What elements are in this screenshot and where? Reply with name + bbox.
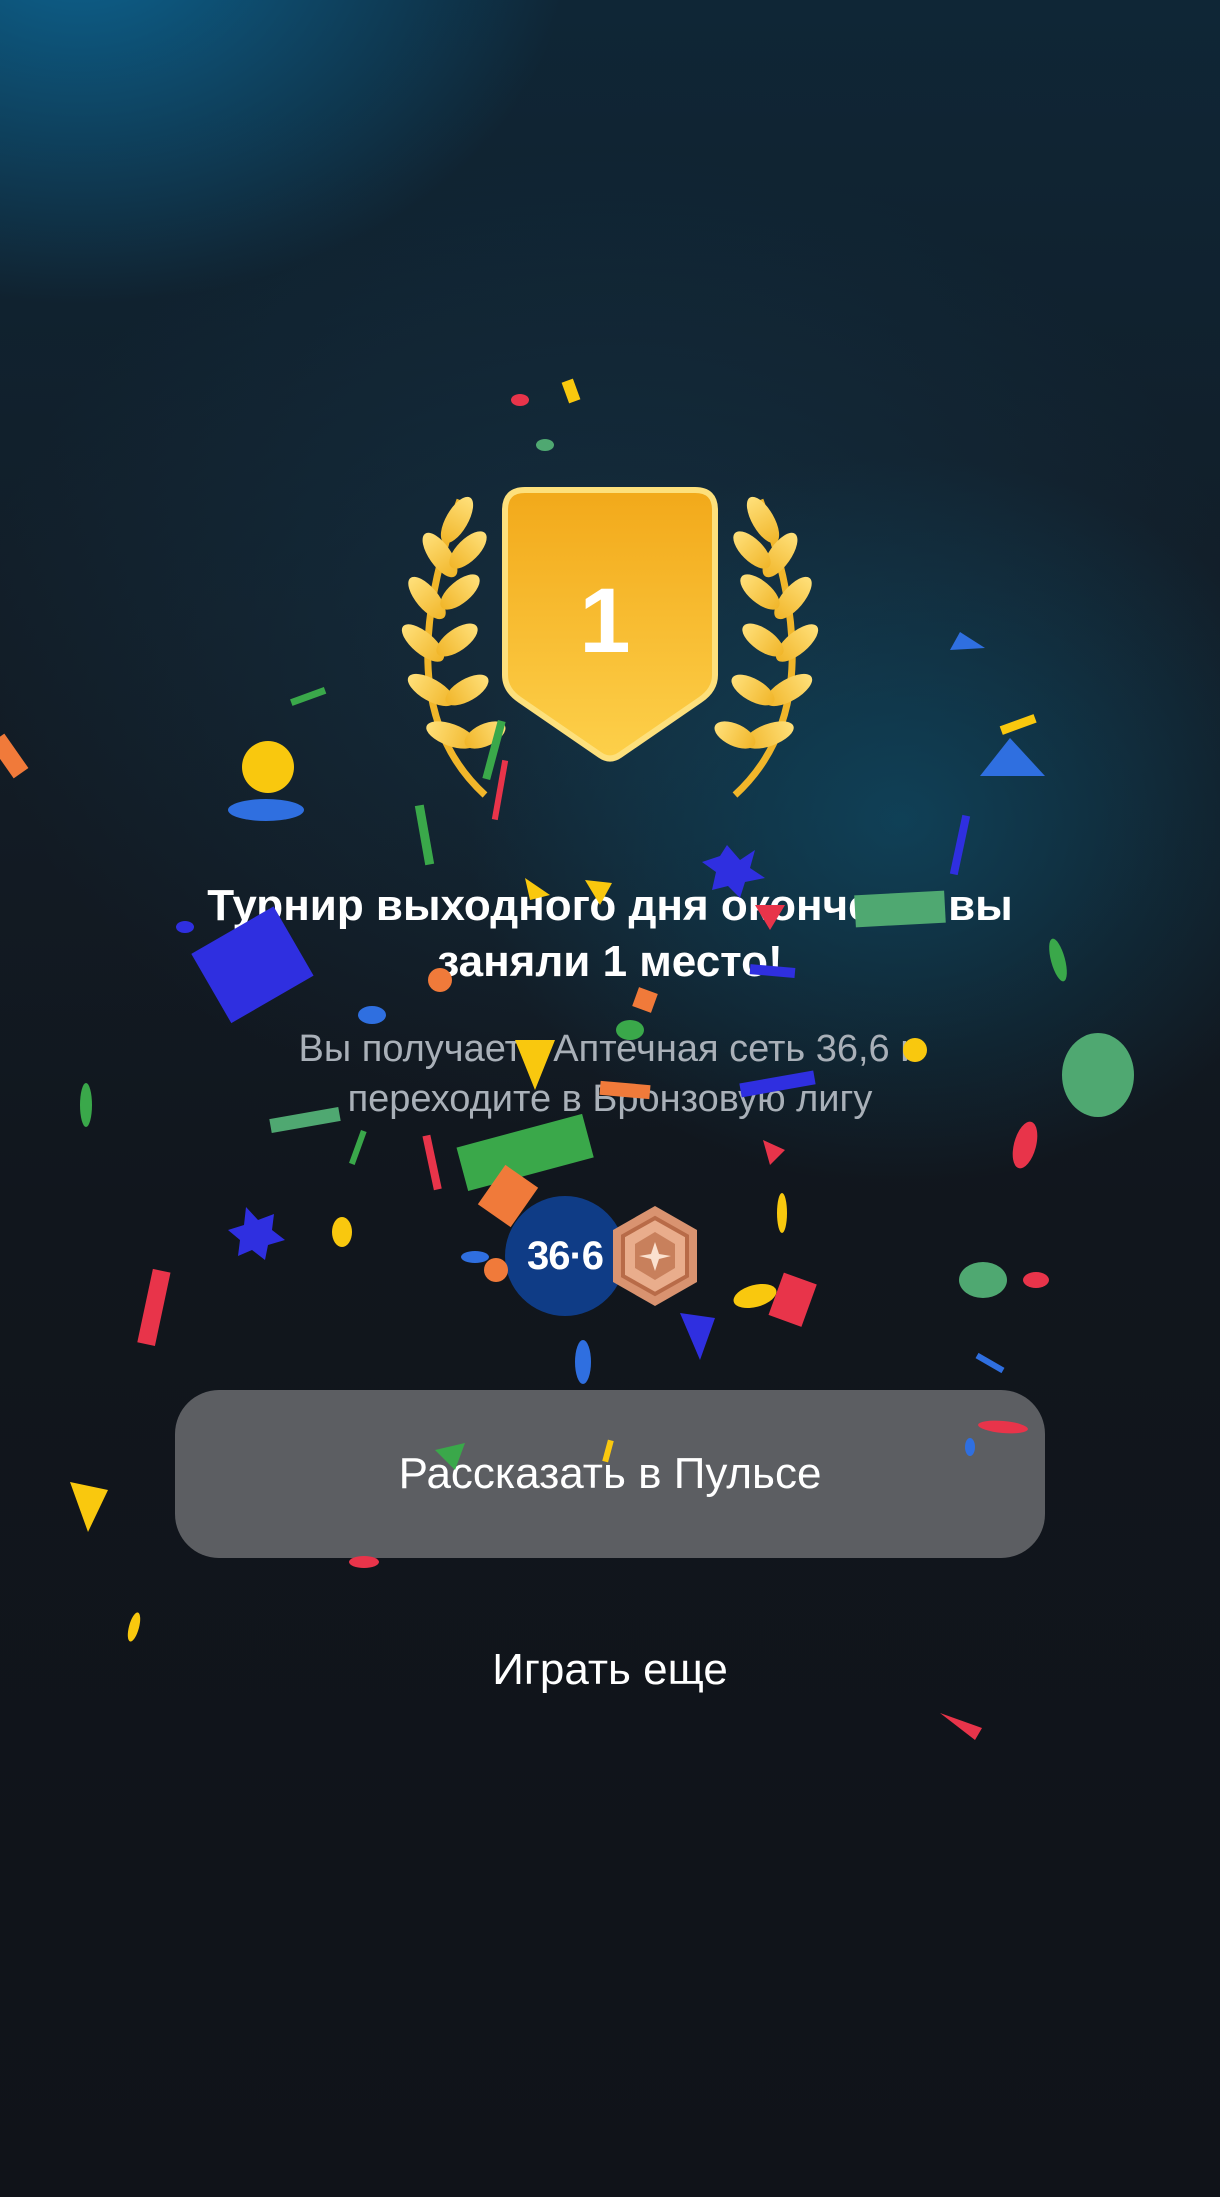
play-again-link[interactable]: Играть еще — [360, 1640, 860, 1700]
bronze-league-badge-icon — [613, 1206, 697, 1306]
reward-description: Вы получаете Аптечная сеть 36,6 и перехо… — [298, 1028, 922, 1120]
reward-badges: 36·6 — [505, 1196, 705, 1320]
share-in-pulse-button[interactable]: Рассказать в Пульсе — [175, 1390, 1045, 1558]
place-number: 1 — [579, 570, 631, 672]
result-title: Турнир выходного дня окончен – вы заняли… — [207, 881, 1013, 986]
pharmacy-36-6-logo: 36·6 — [505, 1196, 625, 1316]
brand-logo-text: 36·6 — [526, 1233, 604, 1278]
left-laurel — [401, 496, 506, 798]
tournament-result-screen: 1 Турнир выходного дня окончен – вы заня… — [0, 0, 1220, 2197]
right-laurel — [714, 496, 819, 798]
